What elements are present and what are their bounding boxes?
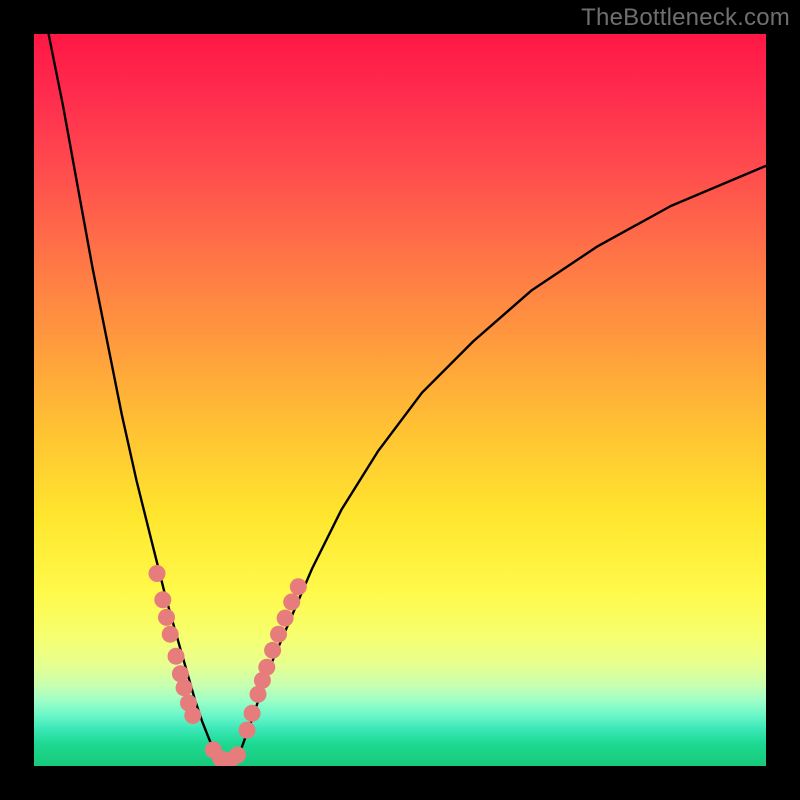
curve-group [49, 34, 766, 761]
highlight-dot [158, 609, 175, 626]
highlight-dot [229, 747, 246, 764]
highlight-dot [168, 648, 185, 665]
highlight-dot [270, 626, 287, 643]
highlight-dot [258, 659, 275, 676]
highlight-dot [154, 591, 171, 608]
highlight-dot [239, 722, 256, 739]
highlight-dot [244, 705, 261, 722]
highlight-dot [290, 578, 307, 595]
curve-overlay [34, 34, 766, 766]
highlight-dot [149, 565, 166, 582]
v-curve-path [49, 34, 766, 761]
watermark-text: TheBottleneck.com [581, 4, 790, 32]
plot-area [34, 34, 766, 766]
highlight-dot [184, 707, 201, 724]
chart-frame: TheBottleneck.com [0, 0, 800, 800]
highlight-dot [283, 594, 300, 611]
highlight-dot [162, 626, 179, 643]
highlight-dot [264, 642, 281, 659]
marker-group [149, 565, 307, 766]
highlight-dot [176, 679, 193, 696]
highlight-dot [277, 610, 294, 627]
